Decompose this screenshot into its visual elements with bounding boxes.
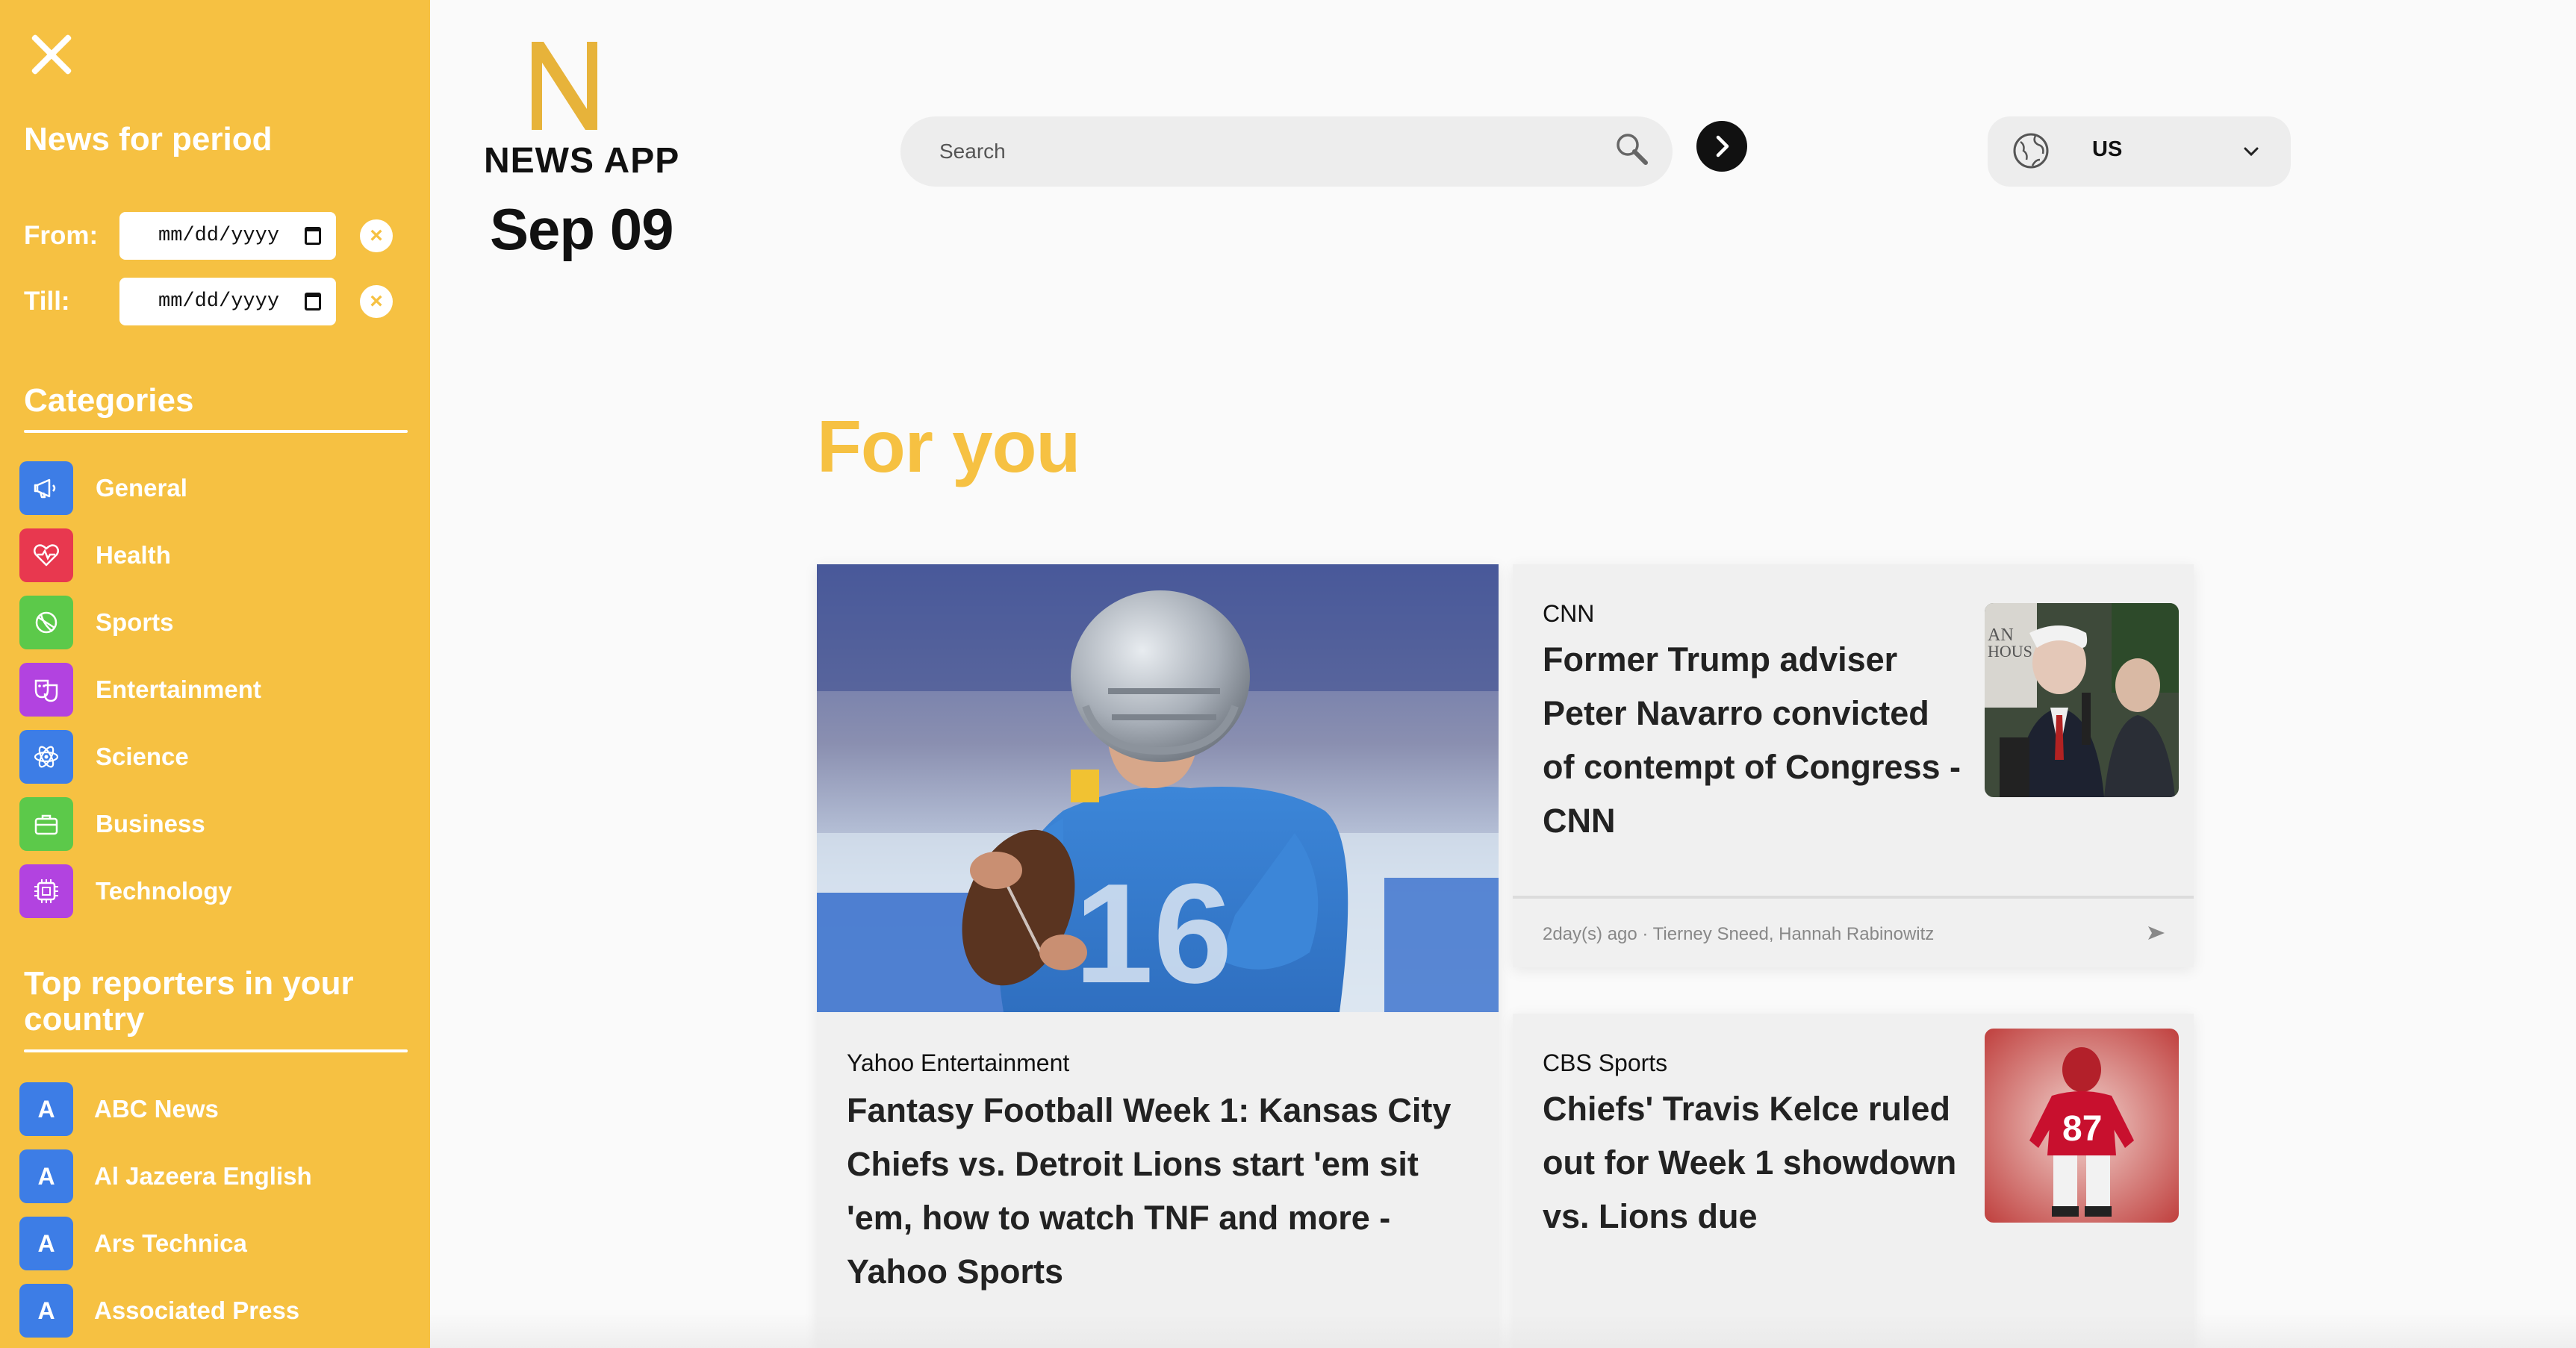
logo-text: NEWS APP	[484, 141, 680, 181]
globe-icon	[2013, 133, 2049, 169]
share-icon[interactable]	[2146, 924, 2167, 942]
country-value: US	[2092, 137, 2123, 161]
chip-icon	[19, 864, 73, 918]
logo-icon[interactable]	[527, 37, 602, 134]
atom-icon	[19, 730, 73, 784]
svg-text:HOUS: HOUS	[1988, 642, 2032, 661]
category-label: General	[96, 474, 187, 502]
reporters-heading: Top reporters in your country	[24, 965, 354, 1037]
divider	[24, 430, 408, 433]
heartbeat-icon	[19, 528, 73, 582]
article-thumbnail[interactable]: AN HOUS	[1985, 603, 2179, 797]
chevron-down-icon	[2244, 147, 2259, 157]
svg-text:16: 16	[1074, 855, 1232, 1012]
avatar: A	[19, 1284, 73, 1338]
from-date-value: mm/dd/yyyy	[158, 225, 280, 247]
svg-text:87: 87	[2062, 1109, 2102, 1149]
reporter-label: Associated Press	[94, 1296, 300, 1324]
category-label: Science	[96, 743, 189, 770]
category-business[interactable]: Business	[19, 797, 408, 851]
article-image-football[interactable]: 16	[817, 564, 1499, 1012]
till-date-row: Till: mm/dd/yyyy ×	[24, 278, 412, 325]
clear-from-button[interactable]: ×	[360, 219, 393, 252]
article-card[interactable]: CBS Sports Chiefs' Travis Kelce ruled ou…	[1513, 1014, 2194, 1348]
reporter-abc-news[interactable]: A ABC News	[19, 1082, 408, 1136]
article-thumbnail[interactable]: 87	[1985, 1029, 2179, 1223]
article-source: Yahoo Entertainment	[847, 1049, 1070, 1076]
category-general[interactable]: General	[19, 461, 408, 515]
megaphone-icon	[19, 461, 73, 515]
category-label: Health	[96, 541, 171, 569]
avatar: A	[19, 1082, 73, 1136]
chevron-right-icon	[1716, 135, 1729, 157]
search-input[interactable]	[939, 116, 1596, 187]
article-title[interactable]: Fantasy Football Week 1: Kansas City Chi…	[847, 1084, 1481, 1299]
category-technology[interactable]: Technology	[19, 864, 408, 918]
divider	[24, 1049, 408, 1052]
article-card[interactable]: CNN Former Trump adviser Peter Navarro c…	[1513, 564, 2194, 967]
divider	[1513, 896, 2194, 899]
briefcase-icon	[19, 797, 73, 851]
country-select[interactable]: US	[1988, 116, 2291, 187]
category-label: Technology	[96, 877, 232, 905]
article-source: CBS Sports	[1543, 1049, 1668, 1076]
reporter-label: Ars Technica	[94, 1229, 247, 1257]
till-label: Till:	[24, 287, 70, 316]
from-date-input[interactable]: mm/dd/yyyy	[119, 212, 336, 260]
reporter-label: ABC News	[94, 1095, 219, 1123]
clear-till-button[interactable]: ×	[360, 285, 393, 318]
till-date-value: mm/dd/yyyy	[158, 290, 280, 313]
period-heading: News for period	[24, 121, 273, 157]
category-label: Sports	[96, 608, 174, 636]
from-label: From:	[24, 221, 99, 250]
avatar: A	[19, 1217, 73, 1270]
category-health[interactable]: Health	[19, 528, 408, 582]
category-science[interactable]: Science	[19, 730, 408, 784]
category-label: Business	[96, 810, 205, 837]
reporter-label: Al Jazeera English	[94, 1162, 312, 1190]
categories-heading: Categories	[24, 382, 194, 419]
avatar: A	[19, 1149, 73, 1203]
category-entertainment[interactable]: Entertainment	[19, 663, 408, 717]
article-source: CNN	[1543, 600, 1595, 627]
article-title[interactable]: Former Trump adviser Peter Navarro convi…	[1543, 633, 1961, 848]
bottom-fade	[430, 1314, 2576, 1348]
article-meta: 2day(s) ago · Tierney Sneed, Hannah Rabi…	[1543, 924, 1935, 944]
masks-icon	[19, 663, 73, 717]
close-icon[interactable]	[25, 28, 78, 81]
section-title: For you	[817, 405, 1080, 487]
article-card-featured[interactable]: 16 Yahoo Entertainment Fantasy Football …	[817, 564, 1499, 1348]
from-date-row: From: mm/dd/yyyy ×	[24, 212, 412, 260]
search-submit-button[interactable]	[1696, 121, 1747, 172]
current-date: Sep 09	[490, 196, 673, 262]
reporter-associated-press[interactable]: A Associated Press	[19, 1284, 408, 1338]
calendar-icon[interactable]	[305, 293, 321, 311]
category-label: Entertainment	[96, 675, 261, 703]
ball-icon	[19, 596, 73, 649]
till-date-input[interactable]: mm/dd/yyyy	[119, 278, 336, 325]
search-icon[interactable]	[1610, 127, 1655, 172]
category-sports[interactable]: Sports	[19, 596, 408, 649]
calendar-icon[interactable]	[305, 227, 321, 245]
reporter-al-jazeera[interactable]: A Al Jazeera English	[19, 1149, 408, 1203]
article-title[interactable]: Chiefs' Travis Kelce ruled out for Week …	[1543, 1082, 1961, 1244]
search-bar	[900, 116, 1673, 187]
sidebar: News for period From: mm/dd/yyyy × Till:…	[0, 0, 430, 1348]
reporter-ars-technica[interactable]: A Ars Technica	[19, 1217, 408, 1270]
